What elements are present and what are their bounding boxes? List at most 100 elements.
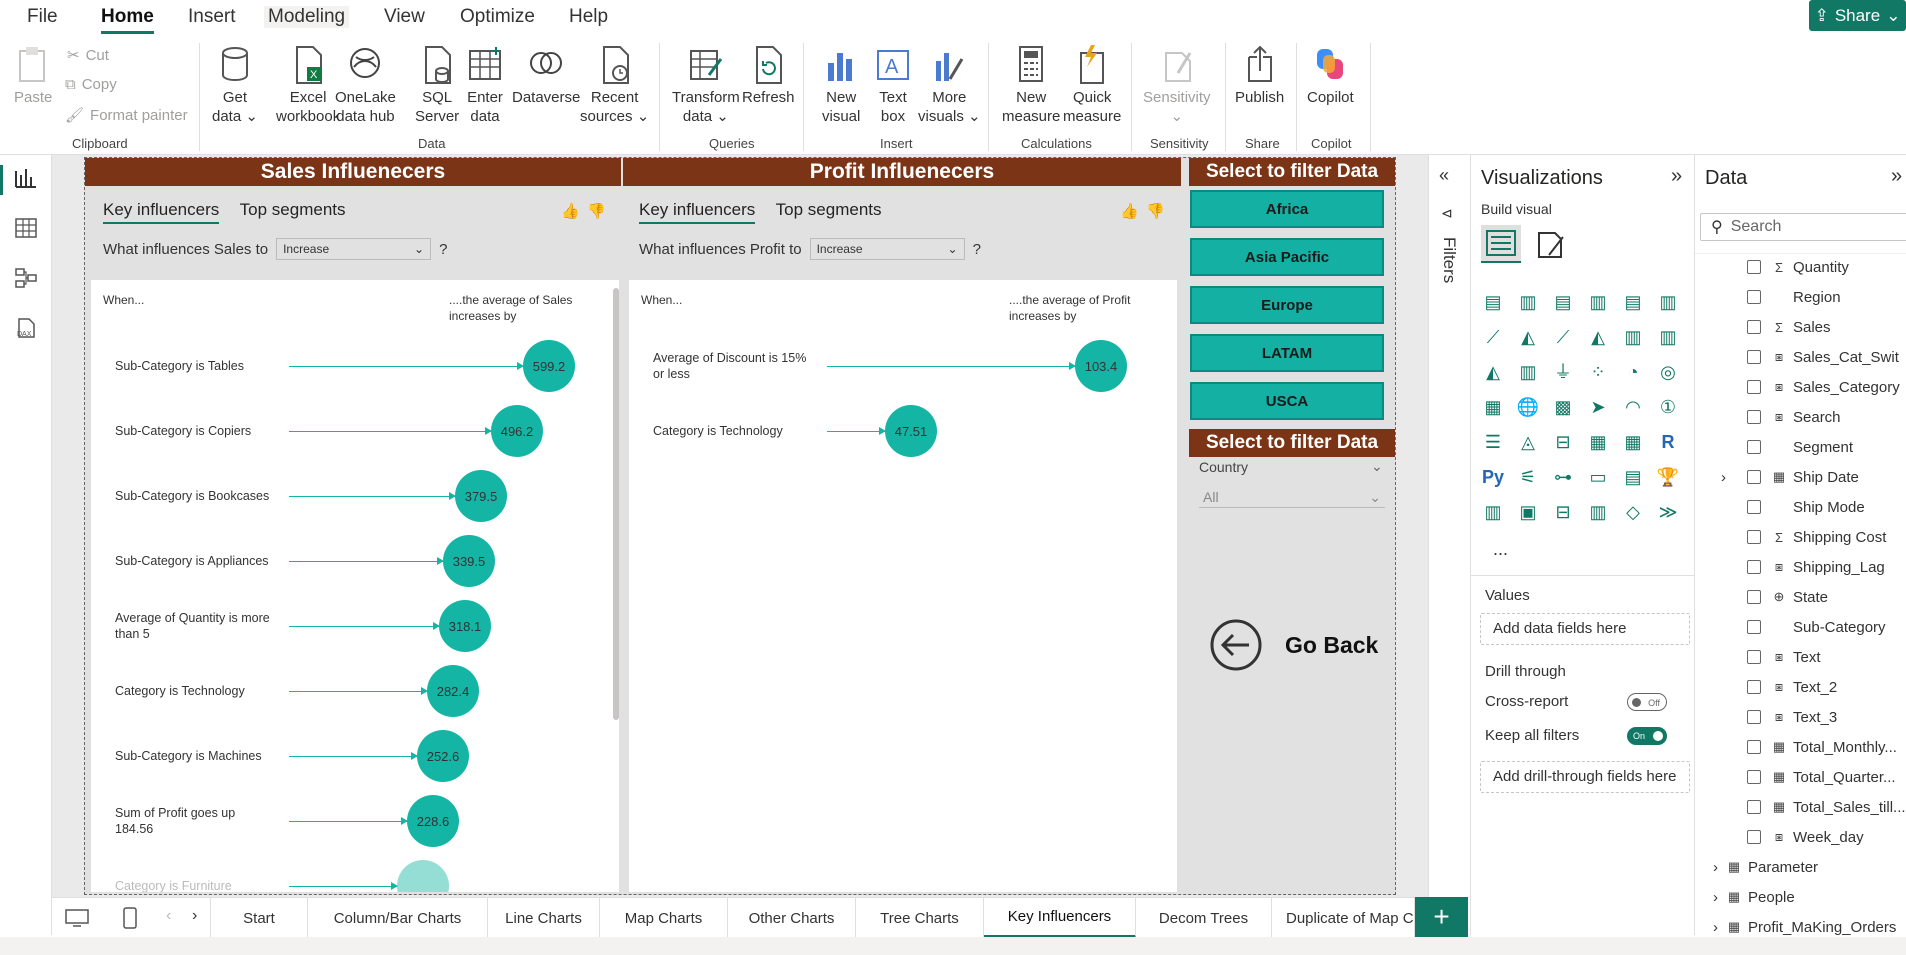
page-tab[interactable]: Key Influencers — [984, 898, 1136, 938]
clustered-bar-icon[interactable]: ▤ — [1551, 290, 1575, 314]
enter-data-button[interactable]: Enter data — [466, 45, 504, 126]
tab-key-influencers[interactable]: Key influencers — [103, 200, 220, 224]
funnel-icon[interactable]: ⏚ — [1551, 360, 1575, 384]
onelake-button[interactable]: OneLake data hub — [335, 45, 396, 126]
map-icon[interactable]: 🌐 — [1516, 395, 1540, 419]
go-back-button[interactable]: Go Back — [1209, 618, 1378, 672]
region-usca-button[interactable]: USCA — [1190, 382, 1384, 420]
tab-top-segments[interactable]: Top segments — [776, 200, 882, 219]
data-field-item[interactable]: Segment — [1747, 435, 1853, 459]
page-tab[interactable]: Column/Bar Charts — [308, 898, 488, 938]
stacked-bar-icon[interactable]: ▤ — [1481, 290, 1505, 314]
field-checkbox[interactable] — [1747, 440, 1761, 454]
report-view-icon[interactable] — [13, 167, 39, 189]
influencer-bubble[interactable]: 599.2 — [523, 340, 575, 392]
paste-button[interactable]: Paste — [14, 45, 52, 107]
influencer-bubble[interactable]: 339.5 — [443, 535, 495, 587]
new-card-icon[interactable]: ▣ — [1516, 500, 1540, 524]
build-visual-tab[interactable] — [1481, 225, 1521, 263]
field-checkbox[interactable] — [1747, 620, 1761, 634]
data-field-item[interactable]: ⧆ Shipping_Lag — [1747, 555, 1885, 579]
influencer-bubble[interactable]: 103.4 — [1075, 340, 1127, 392]
add-page-button[interactable]: + — [1415, 897, 1468, 937]
influencer-bubble[interactable]: 379.5 — [455, 470, 507, 522]
scrollbar-thumb[interactable] — [613, 288, 619, 720]
line-column-icon[interactable]: ▥ — [1656, 325, 1680, 349]
help-icon[interactable]: ? — [439, 241, 447, 258]
page-tab[interactable]: Tree Charts — [856, 898, 984, 938]
paginated-report-icon[interactable]: ▥ — [1481, 500, 1505, 524]
influencer-label[interactable]: Average of Quantity is more than 5 — [115, 610, 275, 642]
influencer-bubble[interactable]: 496.2 — [491, 405, 543, 457]
collapse-icon[interactable]: » — [1671, 165, 1682, 188]
pie-icon[interactable]: ◔ — [1621, 360, 1645, 384]
data-field-item[interactable]: ▦ Total_Monthly... — [1747, 735, 1897, 759]
keep-all-filters-toggle[interactable]: On — [1627, 727, 1667, 745]
field-checkbox[interactable] — [1747, 350, 1761, 364]
page-tab[interactable]: Decom Trees — [1136, 898, 1272, 938]
data-field-item[interactable]: ▦ Total_Sales_till... — [1747, 795, 1906, 819]
sensitivity-button[interactable]: Sensitivity ⌄ — [1143, 45, 1211, 126]
r-visual-icon[interactable]: R — [1656, 430, 1680, 454]
sql-server-button[interactable]: SQL Server — [415, 45, 459, 126]
field-checkbox[interactable] — [1747, 410, 1761, 424]
copilot-button[interactable]: Copilot — [1307, 45, 1354, 107]
scatter-icon[interactable]: ⁘ — [1586, 360, 1610, 384]
filters-pane-collapsed[interactable]: « ⊲ Filters — [1428, 155, 1470, 935]
influencer-bubble[interactable]: 252.6 — [417, 730, 469, 782]
page-tab[interactable]: Other Charts — [728, 898, 856, 938]
collapse-icon[interactable]: » — [1891, 165, 1902, 188]
new-measure-button[interactable]: New measure — [1002, 45, 1060, 126]
influencer-label[interactable]: Sub-Category is Tables — [115, 358, 275, 374]
influencer-bubble[interactable]: 318.1 — [439, 600, 491, 652]
field-checkbox[interactable] — [1747, 590, 1761, 604]
country-dropdown[interactable]: All ⌄ — [1199, 486, 1385, 508]
table-view-icon[interactable] — [13, 217, 39, 239]
menu-optimize[interactable]: Optimize — [460, 6, 535, 28]
matrix-icon[interactable]: ▦ — [1621, 430, 1645, 454]
influencer-bubble[interactable]: 228.6 — [407, 795, 459, 847]
help-icon[interactable]: ? — [973, 241, 981, 258]
slicer-icon[interactable]: ⊟ — [1551, 430, 1575, 454]
data-table-item[interactable]: › ▦ Profit_MaKing_Orders — [1713, 915, 1896, 939]
more-visuals-ellipsis[interactable]: ... — [1493, 539, 1508, 560]
data-field-item[interactable]: ⧆ Text_2 — [1747, 675, 1837, 699]
format-visual-icon[interactable] — [1533, 227, 1569, 263]
new-visual-button[interactable]: New visual — [822, 45, 860, 126]
waterfall-icon[interactable]: ▥ — [1621, 325, 1645, 349]
chevron-down-icon[interactable]: ⌄ — [1371, 458, 1383, 475]
region-africa-button[interactable]: Africa — [1190, 190, 1384, 228]
data-field-item[interactable]: Ship Mode — [1747, 495, 1865, 519]
multi-row-card-icon[interactable]: ☰ — [1481, 430, 1505, 454]
menu-file[interactable]: File — [27, 6, 58, 28]
chevron-right-icon[interactable]: › — [1713, 859, 1718, 876]
influencer-label[interactable]: Sub-Category is Machines — [115, 748, 275, 764]
quick-measure-button[interactable]: Quick measure — [1063, 45, 1121, 126]
model-view-icon[interactable] — [13, 267, 39, 289]
data-field-item[interactable]: ⊕ State — [1747, 585, 1828, 609]
influencer-bubble[interactable] — [397, 860, 449, 892]
dataverse-button[interactable]: Dataverse — [512, 45, 580, 107]
field-checkbox[interactable] — [1747, 710, 1761, 724]
influencer-label[interactable]: Sub-Category is Bookcases — [115, 488, 275, 504]
page-tab[interactable]: Duplicate of Map C — [1272, 898, 1415, 938]
power-automate-icon[interactable]: ◇ — [1621, 500, 1645, 524]
influencer-label[interactable]: Category is Furniture — [115, 878, 275, 892]
influencer-label[interactable]: Category is Technology — [653, 423, 813, 439]
field-checkbox[interactable] — [1747, 740, 1761, 754]
metrics-icon[interactable]: 🏆 — [1656, 465, 1680, 489]
more-visual-icon[interactable]: ≫ — [1656, 500, 1680, 524]
chevron-right-icon[interactable]: › — [1721, 469, 1726, 486]
stacked-column-icon[interactable]: ▥ — [1516, 290, 1540, 314]
chevron-right-icon[interactable]: › — [1713, 889, 1718, 906]
region-europe-button[interactable]: Europe — [1190, 286, 1384, 324]
power-apps-icon[interactable]: ▥ — [1586, 500, 1610, 524]
chevron-right-icon[interactable]: › — [1713, 919, 1718, 936]
stacked-area-icon[interactable]: ⟋ — [1551, 325, 1575, 349]
get-data-button[interactable]: Get data ⌄ — [212, 45, 258, 126]
donut-icon[interactable]: ◎ — [1656, 360, 1680, 384]
dax-query-icon[interactable]: DAX — [13, 317, 39, 339]
thumbs-down-icon[interactable]: 👎 — [587, 202, 606, 220]
100-bar-icon[interactable]: ▤ — [1621, 290, 1645, 314]
field-checkbox[interactable] — [1747, 290, 1761, 304]
